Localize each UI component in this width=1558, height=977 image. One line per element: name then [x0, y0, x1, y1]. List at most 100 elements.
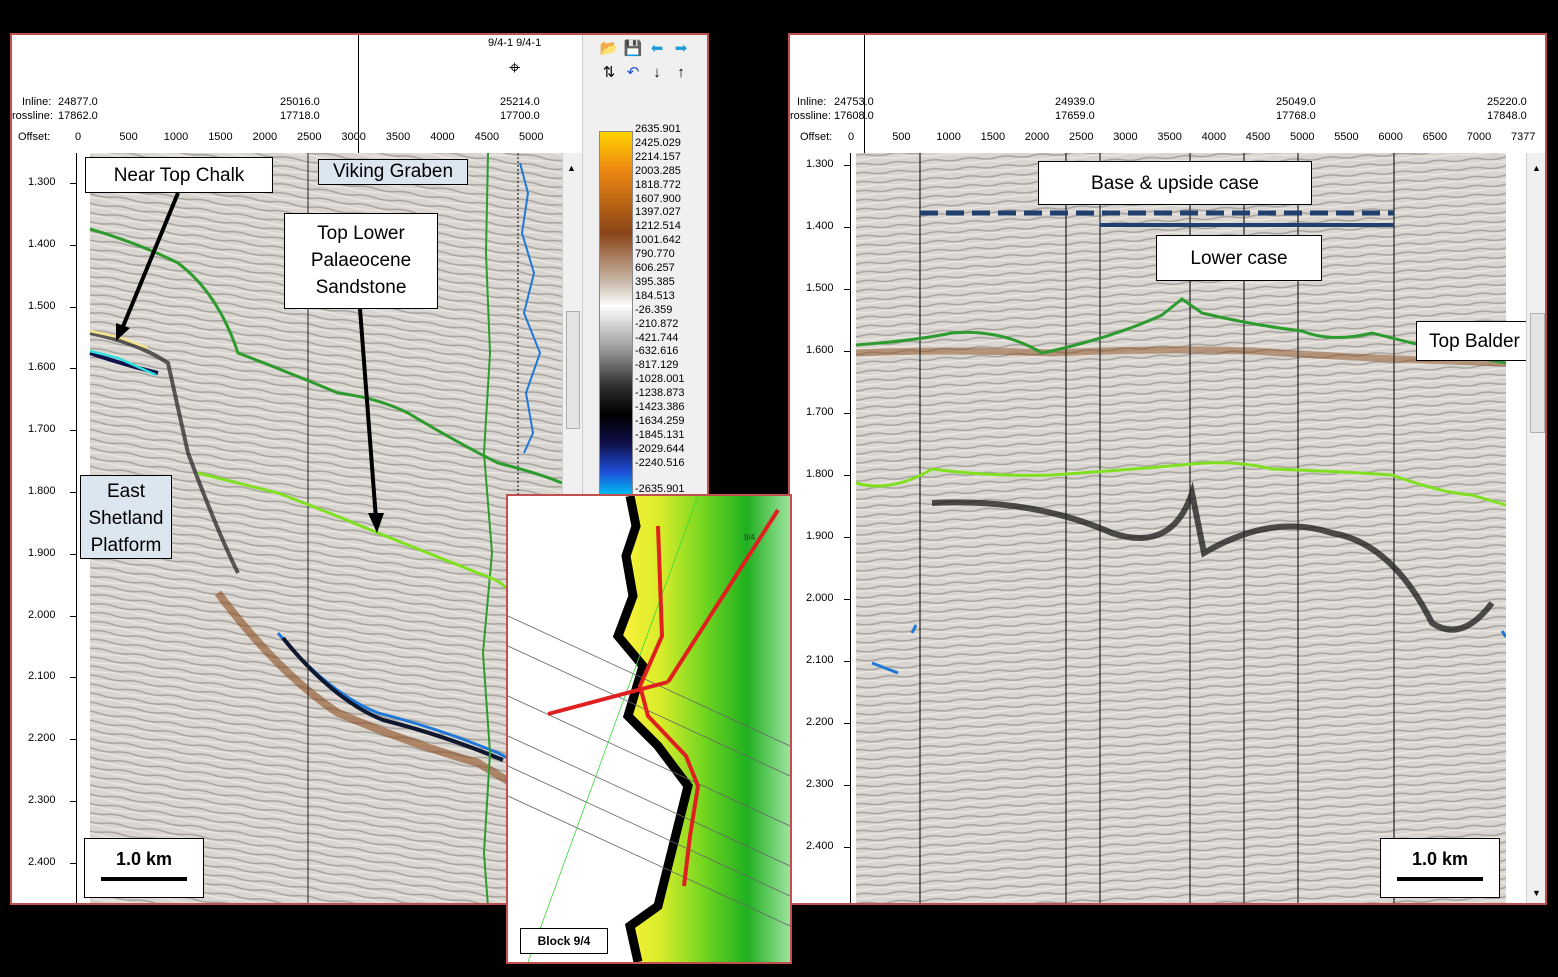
left-time-axis: 1.300 1.400 1.500 1.600 1.700 1.800 1.900 2.000… — [12, 153, 78, 903]
crossline-value: 17768.0 — [1276, 110, 1316, 122]
sort-up-icon[interactable]: ↑ — [671, 63, 691, 83]
scale-label: 1.0 km — [1411, 849, 1469, 869]
time-axis-line — [850, 153, 851, 903]
offset-tick: 7000 — [1466, 131, 1492, 143]
near-top-chalk-label: Near Top Chalk — [85, 157, 273, 193]
crossline-value: 17862.0 — [58, 110, 98, 122]
arrow-right-icon[interactable]: ➡ — [671, 39, 691, 59]
well-label: 9/4-1 9/4-1 — [488, 37, 542, 49]
colorbar-value: 606.257 — [635, 262, 675, 274]
offset-tick: 5500 — [1334, 131, 1359, 143]
offset-tick: 4500 — [474, 131, 500, 143]
offset-tick: 1500 — [980, 131, 1006, 143]
offset-tick: 500 — [119, 131, 138, 143]
undo-icon[interactable]: ↶ — [623, 63, 643, 83]
inline-label: Inline: — [22, 96, 52, 108]
offset-tick: 3500 — [1157, 131, 1182, 143]
right-vertical-scrollbar[interactable]: ▲ ▼ — [1526, 153, 1545, 903]
amplitude-colorbar — [599, 131, 633, 495]
time-tick-label: 1.600 — [28, 361, 56, 374]
offset-tick: 5000 — [519, 131, 544, 143]
offset-tick: 1000 — [163, 131, 189, 143]
time-axis-line — [76, 153, 77, 903]
inline-value: 24753.0 — [834, 96, 874, 108]
colorbar-value: 1397.027 — [635, 206, 681, 219]
inset-block-label: Block 9/4 — [520, 928, 608, 954]
scroll-down-icon[interactable]: ▼ — [1532, 888, 1541, 898]
time-tick-label: 2.300 — [806, 778, 834, 790]
crossline-value: 17700.0 — [500, 110, 540, 122]
inline-value: 25016.0 — [280, 96, 320, 108]
right-seismic-window: Inline: 24753.0 24939.0 25049.0 25220.0 … — [788, 33, 1547, 905]
viking-graben-label: Viking Graben — [318, 159, 468, 185]
offset-tick: 2000 — [252, 131, 278, 143]
label-line: Top Lower — [317, 223, 405, 244]
left-header: 9/4-1 9/4-1 ⌖ Inline: 24877.0 25016.0 25… — [12, 35, 582, 153]
time-tick-label: 1.700 — [28, 423, 56, 436]
sort-down-icon[interactable]: ↓ — [647, 63, 667, 83]
label-line: Sandstone — [315, 277, 407, 298]
time-tick-label: 1.500 — [806, 282, 834, 294]
offset-tick: 4000 — [1201, 131, 1227, 143]
lower-case-label: Lower case — [1156, 235, 1322, 281]
offset-tick: 3000 — [341, 131, 366, 143]
scroll-up-icon[interactable]: ▲ — [1532, 163, 1541, 173]
arrow-left-icon[interactable]: ⬅ — [647, 39, 667, 59]
time-tick-label: 2.000 — [28, 608, 56, 621]
offset-tick: 6000 — [1378, 131, 1403, 143]
offset-tick: 7377 — [1511, 131, 1536, 143]
time-tick-label: 1.400 — [28, 237, 56, 250]
inline-value: 24877.0 — [58, 96, 98, 108]
time-tick-label: 1.900 — [28, 546, 56, 559]
offset-tick: 5000 — [1290, 131, 1315, 143]
crossline-value: 17608.0 — [834, 110, 874, 122]
time-tick-label: 1.300 — [28, 176, 56, 188]
colorbar-value: -2240.516 — [635, 456, 685, 469]
time-tick-label: 2.100 — [28, 670, 56, 683]
top-lower-palaeocene-label: Top Lower Palaeocene Sandstone — [284, 213, 438, 309]
offset-tick: 2000 — [1024, 131, 1050, 143]
time-tick-label: 1.800 — [806, 468, 834, 480]
palette-flip-icon[interactable]: ⇅ — [599, 63, 619, 83]
inline-value: 24939.0 — [1055, 96, 1095, 108]
inset-map-svg: 9/4 — [508, 496, 790, 962]
colorbar-value: 184.513 — [635, 289, 675, 302]
colorbar-value: -817.129 — [635, 359, 679, 372]
time-tick-label: 1.600 — [806, 344, 834, 356]
offset-tick: 2500 — [1069, 131, 1094, 143]
colorbar-value: 1001.642 — [635, 234, 681, 247]
crossline-value: 17718.0 — [280, 110, 320, 122]
crossline-value: 17848.0 — [1487, 110, 1527, 122]
save-icon[interactable]: 💾 — [623, 39, 643, 59]
label-line: Platform — [90, 535, 162, 556]
inline-label: Inline: — [797, 96, 827, 108]
colorbar-value: 1212.514 — [635, 220, 681, 233]
left-seismic-section[interactable]: Near Top Chalk Viking Graben Top Lower P… — [78, 153, 562, 903]
crossline-label: rossline: — [12, 110, 53, 122]
offset-tick: 3000 — [1113, 131, 1138, 143]
colorbar-value: -1423.386 — [635, 401, 685, 413]
scroll-up-icon[interactable]: ▲ — [567, 163, 576, 173]
scroll-thumb[interactable] — [1530, 313, 1545, 433]
offset-tick: 1500 — [208, 131, 233, 143]
scale-label: 1.0 km — [115, 849, 173, 869]
right-header: Inline: 24753.0 24939.0 25049.0 25220.0 … — [790, 35, 1545, 153]
colorbar-value: -2029.644 — [635, 442, 685, 455]
label-line: Palaeocene — [310, 250, 412, 271]
colorbar-value: 2635.901 — [635, 123, 681, 135]
offset-label: Offset: — [800, 131, 833, 143]
offset-tick: 4500 — [1245, 131, 1271, 143]
east-shetland-platform-label: East Shetland Platform — [80, 475, 172, 559]
well-crosshair-icon[interactable]: ⌖ — [509, 57, 520, 80]
open-folder-icon[interactable]: 📂 — [599, 39, 619, 59]
colorbar-value: -210.872 — [635, 317, 679, 330]
time-tick-label: 1.900 — [806, 530, 834, 542]
colorbar-value: 1818.772 — [635, 178, 681, 191]
scroll-thumb[interactable] — [566, 311, 580, 429]
time-tick-label: 1.800 — [28, 485, 56, 497]
colorbar-value: -1028.001 — [635, 373, 685, 386]
offset-tick: 6500 — [1422, 131, 1448, 143]
right-seismic-section[interactable]: Base & upside case Lower case 1.0 km — [852, 153, 1506, 903]
colorbar-value: 2214.157 — [635, 150, 681, 163]
time-tick-label: 1.300 — [806, 158, 834, 170]
